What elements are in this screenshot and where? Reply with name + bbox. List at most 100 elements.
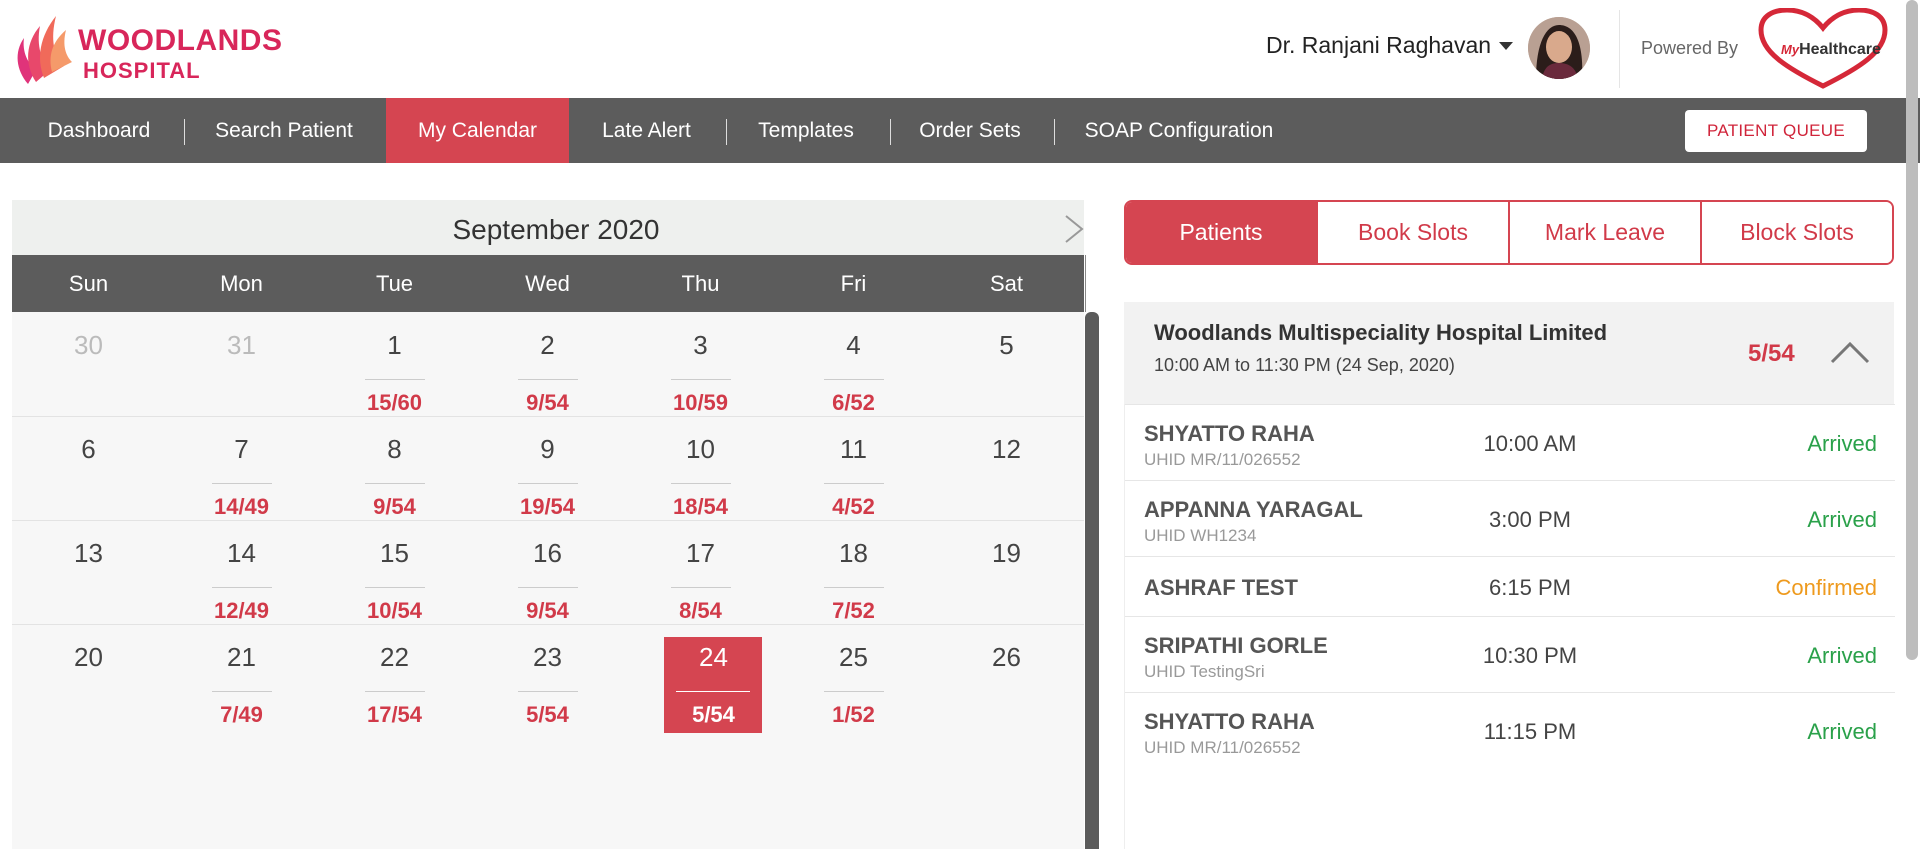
patient-row[interactable]: SHYATTO RAHA UHID MR/11/026552 11:15 PM Arr… xyxy=(1125,692,1895,768)
header-divider xyxy=(1619,10,1620,88)
day-number: 23 xyxy=(533,642,562,672)
nav-late-alert[interactable]: Late Alert xyxy=(583,98,710,163)
nav-divider xyxy=(184,119,185,145)
patient-uhid: UHID MR/11/026552 xyxy=(1144,450,1301,469)
nav-templates[interactable]: Templates xyxy=(740,98,872,163)
day-divider xyxy=(824,379,884,380)
day-divider xyxy=(365,483,425,484)
avatar[interactable] xyxy=(1528,17,1590,79)
day-divider xyxy=(518,691,578,692)
calendar-divider xyxy=(1085,255,1086,312)
day-number: 12 xyxy=(992,434,1021,464)
calendar-day[interactable]: 25 1/52 xyxy=(777,624,930,751)
patient-name: SRIPATHI GORLE xyxy=(1144,633,1328,658)
brand-name: WOODLANDS xyxy=(78,24,283,57)
nav-divider xyxy=(1054,119,1055,145)
status-badge: Confirmed xyxy=(1775,575,1877,600)
main-navbar: Dashboard Search Patient My Calendar Lat… xyxy=(0,98,1920,163)
calendar-day[interactable]: 20 xyxy=(12,624,165,751)
nav-soap-configuration[interactable]: SOAP Configuration xyxy=(1066,98,1292,163)
day-number: 4 xyxy=(846,330,861,360)
woodlands-logo[interactable]: WOODLANDS HOSPITAL xyxy=(14,12,304,87)
powered-by-label: Powered By xyxy=(1641,38,1739,58)
appointment-time: 11:15 PM xyxy=(1483,719,1577,744)
nav-my-calendar[interactable]: My Calendar xyxy=(386,98,569,163)
day-number: 22 xyxy=(380,642,409,672)
patient-row[interactable]: SHYATTO RAHA UHID MR/11/026552 10:00 AM Arr… xyxy=(1125,404,1895,480)
appointment-time: 6:15 PM xyxy=(1489,575,1571,600)
day-number: 26 xyxy=(992,642,1021,672)
page-scrollbar[interactable] xyxy=(1906,0,1918,660)
calendar-day[interactable]: 26 xyxy=(930,624,1083,751)
day-divider xyxy=(824,691,884,692)
tab-mark-leave[interactable]: Mark Leave xyxy=(1508,202,1700,263)
nav-dashboard[interactable]: Dashboard xyxy=(24,98,174,163)
patient-queue-button[interactable]: PATIENT QUEUE xyxy=(1685,110,1867,152)
day-number: 9 xyxy=(540,434,555,464)
patient-uhid: UHID WH1234 xyxy=(1144,526,1257,545)
day-divider xyxy=(671,379,731,380)
patient-name: SHYATTO RAHA xyxy=(1144,421,1315,446)
day-number: 10 xyxy=(686,434,715,464)
session-count: 5/54 xyxy=(1748,340,1795,367)
appointment-count: 5/54 xyxy=(692,702,735,727)
tab-patients[interactable]: Patients xyxy=(1126,202,1316,263)
weekday-label: Wed xyxy=(525,271,570,296)
calendar-day[interactable]: 21 7/49 xyxy=(165,624,318,751)
day-number: 17 xyxy=(686,538,715,568)
tab-book-slots[interactable]: Book Slots xyxy=(1316,202,1508,263)
appointment-time: 3:00 PM xyxy=(1489,507,1571,532)
day-divider xyxy=(365,691,425,692)
day-divider xyxy=(671,483,731,484)
calendar-day[interactable]: 23 5/54 xyxy=(471,624,624,751)
calendar-day[interactable]: 22 17/54 xyxy=(318,624,471,751)
tab-block-slots[interactable]: Block Slots xyxy=(1700,202,1892,263)
appointment-count: 9/54 xyxy=(373,494,416,519)
calendar-month-title: September 2020 xyxy=(452,214,660,245)
doctor-menu[interactable]: Dr. Ranjani Raghavan xyxy=(1266,32,1514,59)
status-badge: Arrived xyxy=(1807,507,1877,532)
day-number: 5 xyxy=(999,330,1014,360)
appointment-count: 9/54 xyxy=(526,598,569,623)
appointment-count: 19/54 xyxy=(519,494,576,519)
weekday-label: Sat xyxy=(989,271,1024,296)
caret-down-icon xyxy=(1499,41,1514,50)
appointment-count: 8/54 xyxy=(679,598,722,623)
day-number: 2 xyxy=(540,330,555,360)
patient-row[interactable]: APPANNA YARAGAL UHID WH1234 3:00 PM Arrived xyxy=(1125,480,1895,556)
day-divider xyxy=(824,587,884,588)
day-number: 19 xyxy=(992,538,1021,568)
appointment-count: 10/59 xyxy=(672,390,729,415)
patient-name: APPANNA YARAGAL xyxy=(1144,497,1363,522)
appointment-count: 12/49 xyxy=(213,598,270,623)
appointment-count: 7/49 xyxy=(220,702,263,727)
month-calendar: September 2020 Sun Mon Tue Wed Thu Fri Sat 30 3… xyxy=(12,200,1084,849)
app-header: WOODLANDS HOSPITAL Dr. Ranjani Raghavan … xyxy=(0,0,1920,98)
weekday-label: Mon xyxy=(220,271,263,296)
myhealthcare-logo: MyHealthcare xyxy=(1757,7,1889,90)
status-badge: Arrived xyxy=(1807,643,1877,668)
day-divider xyxy=(518,587,578,588)
chevron-right-icon[interactable] xyxy=(1062,214,1086,244)
nav-order-sets[interactable]: Order Sets xyxy=(904,98,1036,163)
appointment-count: 6/52 xyxy=(832,390,875,415)
appointment-count: 15/60 xyxy=(366,390,423,415)
nav-search-patient[interactable]: Search Patient xyxy=(196,98,372,163)
day-number: 25 xyxy=(839,642,868,672)
patient-list: SHYATTO RAHA UHID MR/11/026552 10:00 AM Arr… xyxy=(1124,404,1895,849)
hospital-session-header[interactable]: Woodlands Multispeciality Hospital Limit… xyxy=(1124,302,1894,404)
day-number: 11 xyxy=(840,434,867,464)
day-divider xyxy=(365,379,425,380)
day-number: 8 xyxy=(387,434,402,464)
weekday-label: Fri xyxy=(840,271,867,296)
calendar-day-selected[interactable]: 24 5/54 xyxy=(624,624,777,751)
patient-row[interactable]: SRIPATHI GORLE UHID TestingSri 10:30 PM Arr… xyxy=(1125,616,1895,692)
calendar-scrollbar[interactable] xyxy=(1085,312,1099,849)
patient-name: SHYATTO RAHA xyxy=(1144,709,1315,734)
day-number: 16 xyxy=(533,538,562,568)
day-number: 7 xyxy=(234,434,249,464)
chevron-up-icon[interactable] xyxy=(1830,340,1870,364)
day-number: 24 xyxy=(699,642,728,672)
patient-row[interactable]: ASHRAF TEST 6:15 PM Confirmed xyxy=(1125,556,1895,616)
day-divider xyxy=(671,587,731,588)
